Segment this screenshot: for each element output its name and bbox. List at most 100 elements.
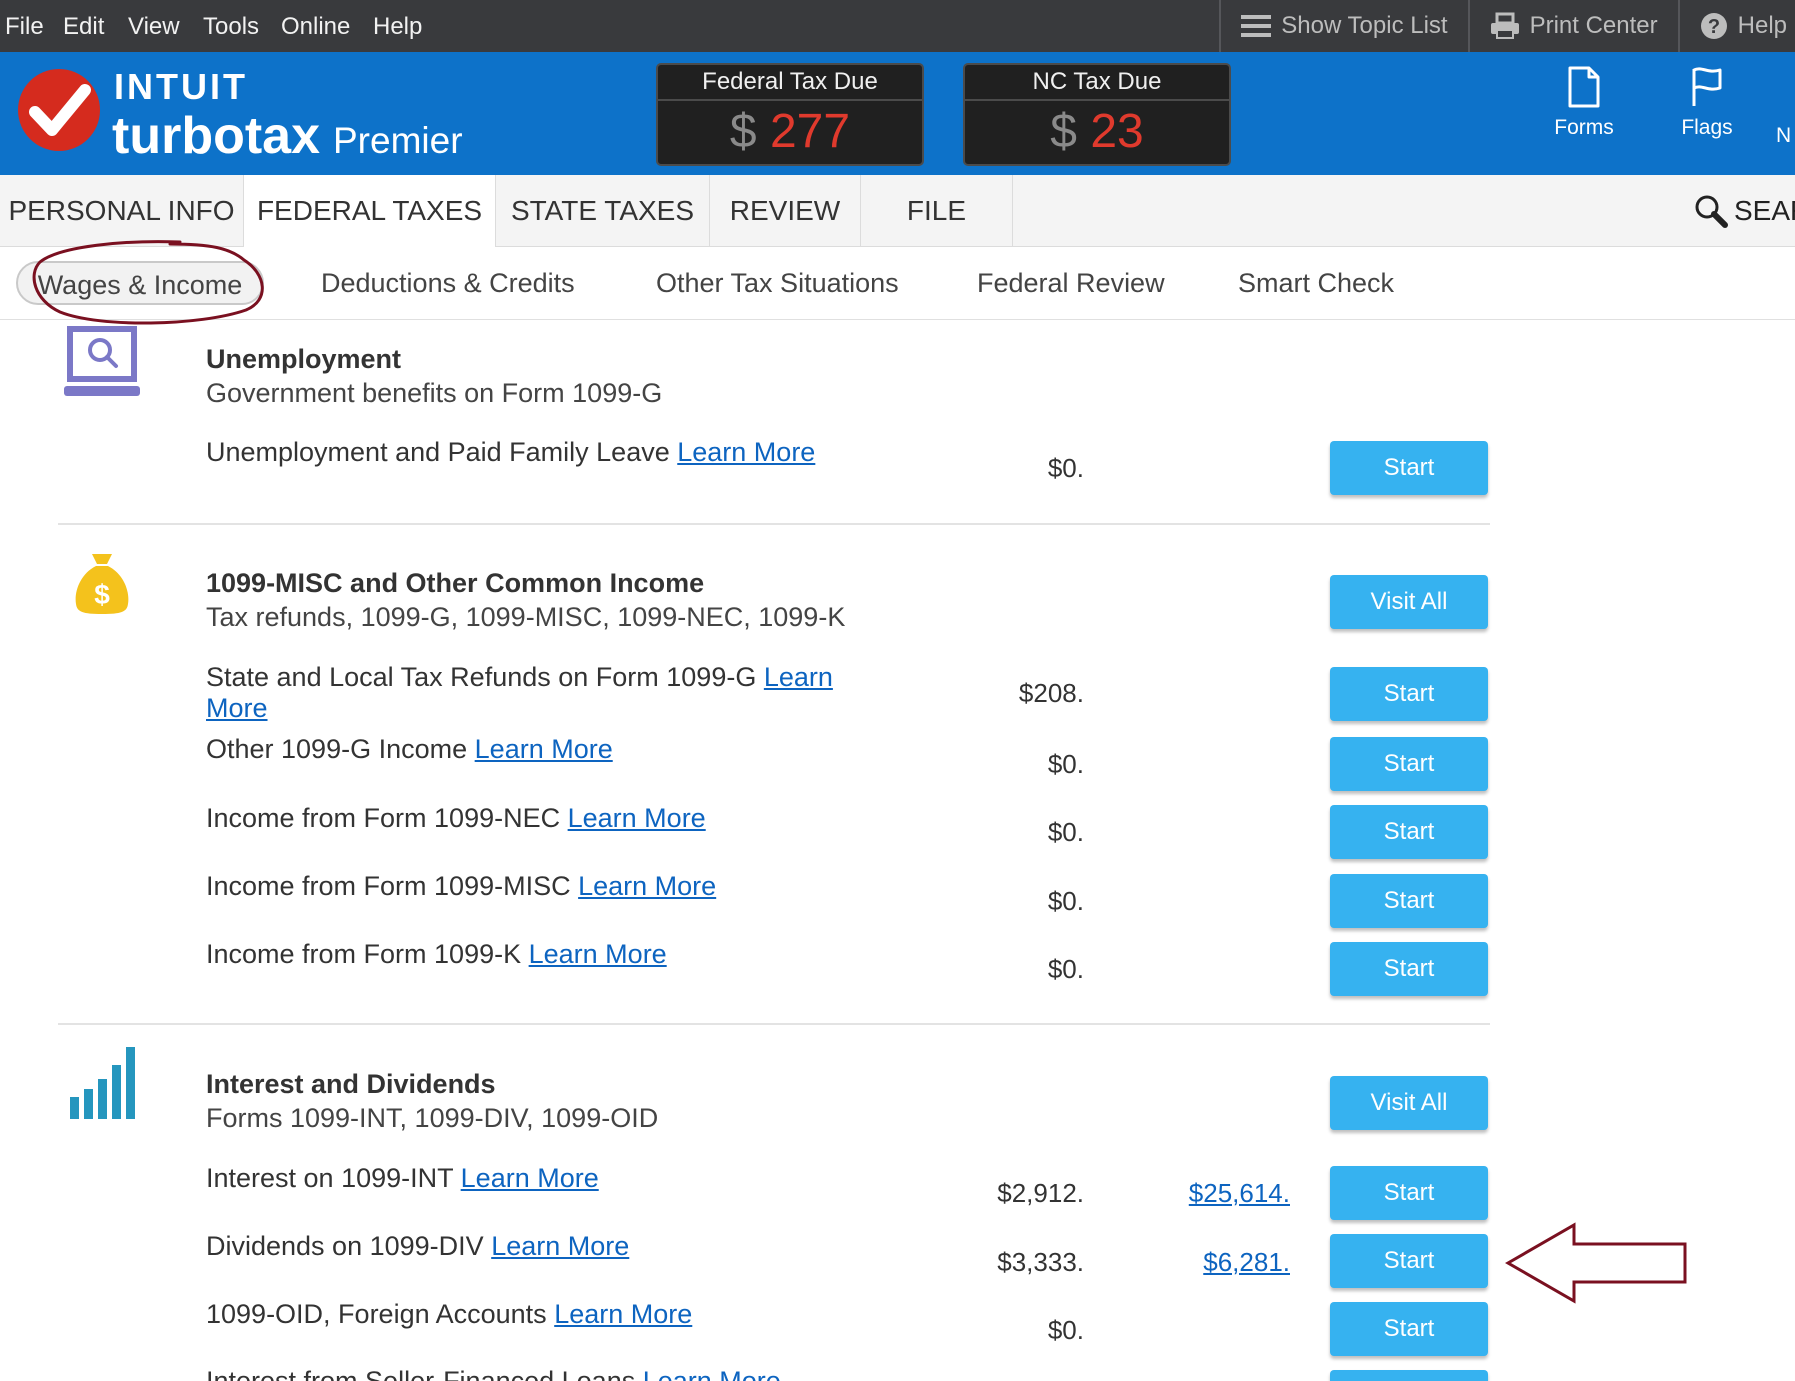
svg-text:?: ? xyxy=(1708,16,1720,38)
learn-more-link[interactable]: Learn More xyxy=(643,1366,781,1381)
row-amount-link[interactable]: $6,281. xyxy=(1110,1247,1290,1278)
menu-online[interactable]: Online xyxy=(281,14,350,40)
flags-button[interactable]: Flags xyxy=(1657,66,1757,140)
list-item: Income from Form 1099-K Learn More xyxy=(206,939,667,970)
row-amount: $0. xyxy=(1047,1315,1084,1345)
printer-icon xyxy=(1490,12,1519,39)
row-amount: $0. xyxy=(1047,954,1084,984)
learn-more-link[interactable]: Learn xyxy=(764,662,833,692)
forms-button[interactable]: Forms xyxy=(1534,66,1634,140)
brand-intuit: INTUIT xyxy=(114,66,248,107)
more-header-label: N xyxy=(1776,124,1792,147)
start-button[interactable]: Start xyxy=(1330,737,1488,791)
nc-currency: $ xyxy=(1050,105,1077,158)
row-amount: $0. xyxy=(1047,886,1084,916)
row-label-text: Income from Form 1099-MISC xyxy=(206,871,571,901)
list-item: Interest from Seller-Financed Loans Lear… xyxy=(206,1366,781,1381)
row-label-text: Income from Form 1099-NEC xyxy=(206,803,561,833)
visit-all-button[interactable]: Visit All xyxy=(1330,1076,1488,1130)
start-button[interactable]: Start xyxy=(1330,1370,1488,1381)
learn-more-link-continued[interactable]: More xyxy=(206,693,268,723)
learn-more-link[interactable]: Learn More xyxy=(491,1231,629,1261)
start-button[interactable]: Start xyxy=(1330,667,1488,721)
flag-icon xyxy=(1692,67,1722,106)
start-button[interactable]: Start xyxy=(1330,874,1488,928)
learn-more-link[interactable]: Learn More xyxy=(475,734,613,764)
learn-more-link[interactable]: Learn More xyxy=(461,1163,599,1193)
list-item: Income from Form 1099-NEC Learn More xyxy=(206,803,706,834)
start-button[interactable]: Start xyxy=(1330,1234,1488,1288)
print-center-button[interactable]: Print Center xyxy=(1467,0,1678,52)
tab-file[interactable]: FILE xyxy=(861,175,1013,247)
misc-income-title: 1099-MISC and Other Common Income xyxy=(206,568,705,598)
list-icon xyxy=(1241,15,1272,37)
subtab-smart-check[interactable]: Smart Check xyxy=(1238,267,1394,299)
more-header-button[interactable]: N xyxy=(1776,124,1795,148)
start-button[interactable]: Start xyxy=(1330,1166,1488,1220)
federal-currency: $ xyxy=(729,105,757,158)
show-topic-list-button[interactable]: Show Topic List xyxy=(1219,0,1467,52)
row-amount: $0. xyxy=(1047,817,1084,847)
list-item: Interest on 1099-INT Learn More xyxy=(206,1163,599,1194)
row-amount: $0. xyxy=(1047,453,1084,483)
row-label-text: Other 1099-G Income xyxy=(206,734,468,764)
row-label-text: Interest from Seller-Financed Loans xyxy=(206,1366,636,1381)
start-button[interactable]: Start xyxy=(1330,1302,1488,1356)
row-amount-link[interactable]: $25,614. xyxy=(1110,1178,1290,1209)
subtab-other-tax-situations[interactable]: Other Tax Situations xyxy=(656,267,899,299)
row-label-text: State and Local Tax Refunds on Form 1099… xyxy=(206,662,757,692)
arrow-annotation xyxy=(1505,1222,1687,1304)
forms-label: Forms xyxy=(1554,116,1614,139)
search-icon xyxy=(1695,195,1728,228)
help-icon: ? xyxy=(1700,13,1727,39)
flags-label: Flags xyxy=(1681,116,1733,139)
visit-all-button[interactable]: Visit All xyxy=(1330,575,1488,629)
subtab-deductions-credits[interactable]: Deductions & Credits xyxy=(321,267,575,299)
menu-view[interactable]: View xyxy=(128,14,180,40)
tab-federal-taxes[interactable]: FEDERAL TAXES xyxy=(244,175,496,248)
start-button[interactable]: Start xyxy=(1330,942,1488,996)
help-button[interactable]: ? Help xyxy=(1677,0,1795,52)
list-item: Other 1099-G Income Learn More xyxy=(206,734,613,765)
learn-more-link[interactable]: Learn More xyxy=(568,803,706,833)
learn-more-link[interactable]: Learn More xyxy=(554,1299,692,1329)
section-divider xyxy=(58,523,1490,525)
row-label-text: 1099-OID, Foreign Accounts xyxy=(206,1299,547,1329)
list-item: Dividends on 1099-DIV Learn More xyxy=(206,1231,629,1262)
learn-more-link[interactable]: Learn More xyxy=(578,871,716,901)
main-tabs: PERSONAL INFO FEDERAL TAXES STATE TAXES … xyxy=(0,175,1795,248)
menu-help[interactable]: Help xyxy=(373,14,422,40)
federal-tax-amount: 277 xyxy=(769,105,851,158)
tab-personal-info[interactable]: PERSONAL INFO xyxy=(0,175,244,247)
misc-income-subtitle: Tax refunds, 1099-G, 1099-MISC, 1099-NEC… xyxy=(206,602,846,632)
nc-tax-due-label: NC Tax Due xyxy=(965,65,1229,101)
search-button[interactable]: SEAR xyxy=(1694,194,1795,228)
list-item: Unemployment and Paid Family Leave Learn… xyxy=(206,437,815,468)
tab-review[interactable]: REVIEW xyxy=(710,175,861,247)
document-icon xyxy=(1568,66,1600,108)
search-label: SEAR xyxy=(1734,195,1795,226)
laptop-search-icon xyxy=(64,326,140,396)
row-amount: $208. xyxy=(1018,678,1084,708)
federal-tax-due-panel[interactable]: Federal Tax Due $ 277 xyxy=(656,63,924,166)
section-divider xyxy=(58,1023,1490,1025)
row-amount: $3,333. xyxy=(997,1247,1084,1277)
menu-tools[interactable]: Tools xyxy=(203,14,259,40)
federal-tax-due-label: Federal Tax Due xyxy=(658,65,922,101)
interest-dividends-title: Interest and Dividends xyxy=(206,1069,496,1099)
learn-more-link[interactable]: Learn More xyxy=(677,437,815,467)
start-button[interactable]: Start xyxy=(1330,805,1488,859)
menu-file[interactable]: File xyxy=(5,14,44,40)
toolbar-right: Show Topic List Print Center ? Help xyxy=(1219,0,1795,52)
row-label-text: Dividends on 1099-DIV xyxy=(206,1231,484,1261)
nc-tax-due-panel[interactable]: NC Tax Due $ 23 xyxy=(963,63,1231,166)
brand-edition: Premier xyxy=(333,120,463,161)
subtab-federal-review[interactable]: Federal Review xyxy=(977,267,1165,299)
tab-state-taxes[interactable]: STATE TAXES xyxy=(496,175,710,247)
brand-turbotax: turbotax xyxy=(112,107,320,165)
app-header: INTUIT turbotax Premier Federal Tax Due … xyxy=(0,52,1795,175)
menu-edit[interactable]: Edit xyxy=(63,14,104,40)
menu-bar: File Edit View Tools Online Help Show To… xyxy=(0,0,1795,52)
start-button[interactable]: Start xyxy=(1330,441,1488,495)
learn-more-link[interactable]: Learn More xyxy=(529,939,667,969)
